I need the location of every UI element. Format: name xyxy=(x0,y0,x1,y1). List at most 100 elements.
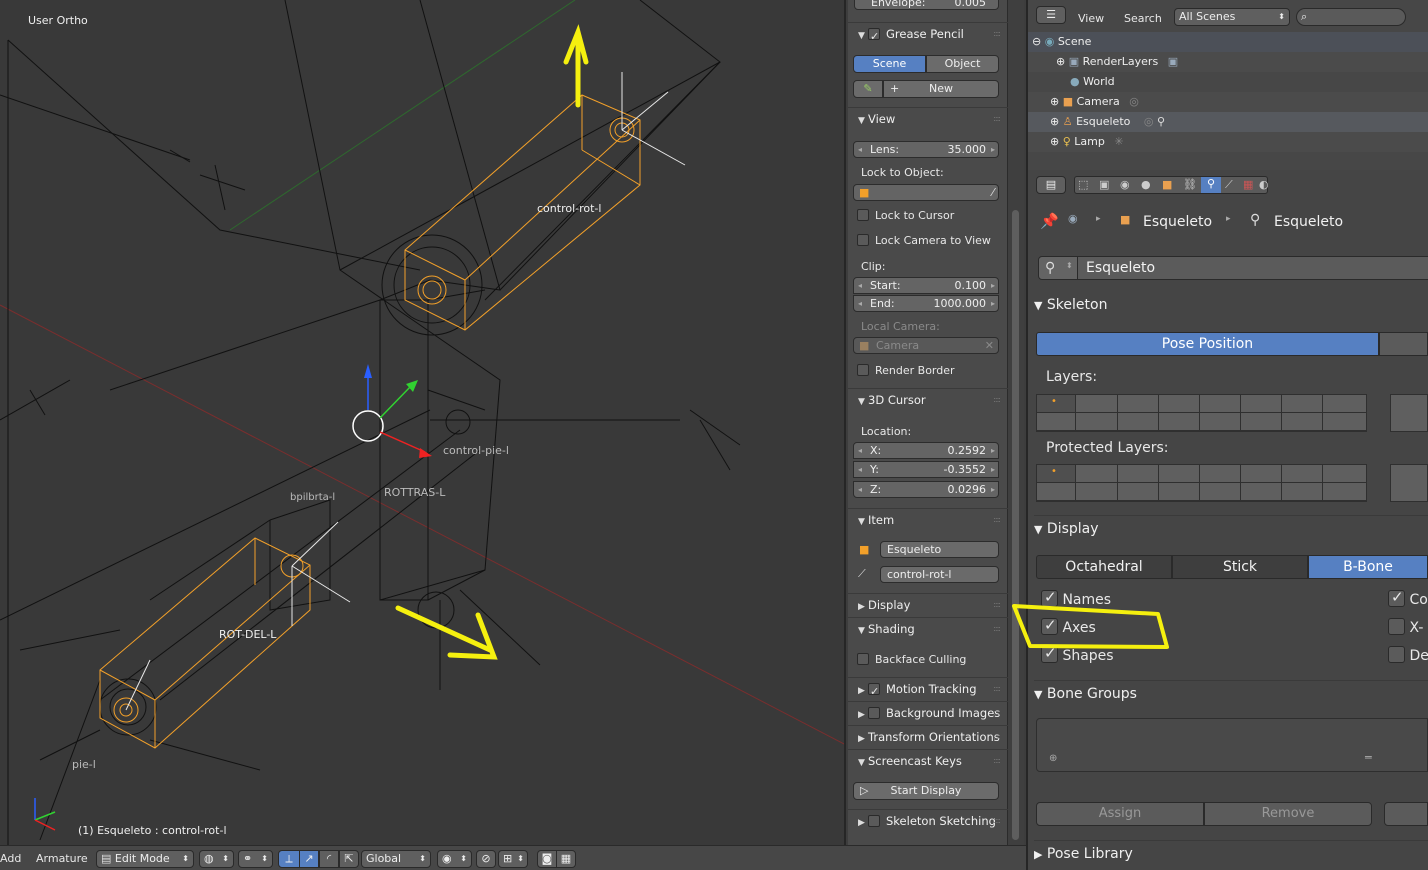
texture-tab-icon[interactable]: ▦ xyxy=(1243,178,1253,191)
eyedropper-icon[interactable]: ⁄ xyxy=(992,185,994,200)
expand-icon[interactable]: ⊕ xyxy=(1050,115,1059,128)
expand-icon[interactable]: ⊕ xyxy=(1050,135,1059,148)
new-grease-pencil-button[interactable]: + New xyxy=(883,80,999,98)
resize-handle-icon[interactable]: ═ xyxy=(1365,751,1372,764)
colors-checkbox[interactable]: Co xyxy=(1388,588,1428,608)
menu-view[interactable]: View xyxy=(1078,12,1104,25)
pin-icon[interactable]: 📌 xyxy=(1040,212,1059,230)
pivot-point-dropdown[interactable]: ⚭ ⬍ xyxy=(238,850,273,868)
constraints-tab-icon[interactable]: ⛓ xyxy=(1183,178,1197,191)
octahedral-button[interactable]: Octahedral xyxy=(1036,555,1172,579)
snap-element-dropdown[interactable]: ⊞ ⬍ xyxy=(498,850,528,868)
object-tab-icon[interactable]: ■ xyxy=(1162,178,1172,191)
motion-tracking-header[interactable]: ▶Motion Tracking:::: xyxy=(848,677,1008,703)
layers-grid-right[interactable] xyxy=(1390,394,1428,432)
lock-to-cursor-checkbox[interactable]: Lock to Cursor xyxy=(857,209,954,222)
resize-plus-icon[interactable]: ⊕ xyxy=(1049,753,1057,764)
background-images-checkbox[interactable] xyxy=(868,707,880,719)
gizmo-y-axis[interactable] xyxy=(379,384,413,419)
editor-type-button[interactable]: ▤ xyxy=(1036,176,1066,194)
local-camera-field[interactable]: ■ Camera ✕ xyxy=(853,337,999,354)
outliner-search-input[interactable]: ⌕ xyxy=(1296,8,1406,26)
pose-library-panel-header[interactable]: ▶ Pose Library xyxy=(1034,840,1428,866)
pose-position-button[interactable]: Pose Position xyxy=(1036,332,1379,356)
cursor-x-field[interactable]: ◂ X: 0.2592 ▸ xyxy=(853,442,999,459)
bone-tab-icon[interactable]: ⟋ xyxy=(1225,178,1233,192)
lens-field[interactable]: ◂ Lens: 35.000 ▸ xyxy=(853,141,999,158)
scenes-dropdown[interactable]: All Scenes ⬍ xyxy=(1174,8,1290,26)
mode-dropdown[interactable]: ▤ Edit Mode ⬍ xyxy=(96,850,194,868)
menu-add[interactable]: Add xyxy=(0,852,21,865)
proportional-edit-dropdown[interactable]: ◉ ⬍ xyxy=(437,850,472,868)
manipulator-toggle[interactable]: ⟂ xyxy=(278,850,300,868)
skeleton-sketching-checkbox[interactable] xyxy=(868,815,880,827)
bone-groups-list[interactable]: ⊕ ═ xyxy=(1036,718,1428,772)
cursor-z-field[interactable]: ◂ Z: 0.0296 ▸ xyxy=(853,481,999,498)
render-animation-button[interactable]: ▦ xyxy=(556,850,576,868)
drag-grip-icon[interactable]: :::: xyxy=(993,509,1001,531)
render-layers-tab-icon[interactable]: ▣ xyxy=(1099,178,1109,191)
cursor-y-field[interactable]: ◂ Y: -0.3552 ▸ xyxy=(853,461,999,478)
skeleton-sketching-header[interactable]: ▶ Skeleton Sketching:::: xyxy=(848,809,1008,831)
item-panel-header[interactable]: ▼ Item:::: xyxy=(848,508,1008,530)
3d-view-header[interactable]: Add Armature ▤ Edit Mode ⬍ ◍ ⬍ ⚭ ⬍ ⟂ ↗ ◜ ⇱ … xyxy=(0,845,1026,870)
skeleton-panel-header[interactable]: ▼ Skeleton xyxy=(1034,292,1428,318)
menu-search[interactable]: Search xyxy=(1124,12,1162,25)
gizmo-z-arrow[interactable] xyxy=(364,364,372,378)
scrollbar-thumb[interactable] xyxy=(1012,210,1019,840)
outliner-row-camera[interactable]: ⊕ ■ Camera ◎ xyxy=(1028,92,1428,112)
grease-pencil-header[interactable]: ▼Grease Pencil :::: xyxy=(848,22,1008,48)
outliner-row-esqueleto[interactable]: ⊕ ♙ Esqueleto ◎ ⚲ xyxy=(1028,112,1428,132)
outliner-row-scene[interactable]: ⊖ ◉ Scene xyxy=(1028,32,1428,52)
3d-cursor-panel-header[interactable]: ▼ 3D Cursor:::: xyxy=(848,388,1008,410)
3d-viewport[interactable]: User Ortho control-rot-l control-pie-l R… xyxy=(0,0,846,845)
rest-position-button[interactable] xyxy=(1379,332,1428,356)
armature-browse-button[interactable]: ⚲ ⬍ xyxy=(1038,256,1078,280)
delay-refresh-checkbox[interactable]: De xyxy=(1388,646,1428,664)
x-ray-checkbox[interactable]: X- xyxy=(1388,618,1423,636)
drag-grip-icon[interactable]: :::: xyxy=(993,618,1001,640)
physics-tab-icon[interactable]: ◐ xyxy=(1259,178,1269,191)
shading-panel-header[interactable]: ▼ Shading:::: xyxy=(848,617,1008,639)
outliner-row-lamp[interactable]: ⊕ ♀ Lamp ✳ xyxy=(1028,132,1428,152)
scene-tab-icon[interactable]: ◉ xyxy=(1120,178,1130,191)
viewport-canvas[interactable] xyxy=(0,0,846,845)
collapse-icon[interactable]: ⊖ xyxy=(1032,35,1041,48)
drag-grip-icon[interactable]: :::: xyxy=(993,108,1001,130)
outliner[interactable]: ☰ View Search All Scenes ⬍ ⌕ ⊖ ◉ Scene ⊕ … xyxy=(1026,0,1428,170)
display-panel-header[interactable]: ▼ Display xyxy=(1034,515,1428,541)
bone-groups-panel-header[interactable]: ▼ Bone Groups xyxy=(1034,680,1428,706)
context-tabs[interactable]: ⬚ ▣ ◉ ● ■ ⛓ ⚲ ⟋ ▦ ◐ xyxy=(1074,176,1269,194)
transform-orientations-header[interactable]: ▶ Transform Orientations:::: xyxy=(848,725,1008,747)
viewport-shading-dropdown[interactable]: ◍ ⬍ xyxy=(199,850,234,868)
armature-name-field[interactable]: Esqueleto xyxy=(1078,256,1428,280)
3d-cursor[interactable] xyxy=(352,410,384,442)
editor-type-button[interactable]: ☰ xyxy=(1036,6,1066,24)
render-border-checkbox[interactable]: Render Border xyxy=(857,364,955,377)
object-name-field[interactable]: Esqueleto xyxy=(880,541,999,558)
tab-scene[interactable]: Scene xyxy=(853,55,926,73)
gizmo-x-axis[interactable] xyxy=(379,431,426,453)
protected-layers-grid-right[interactable] xyxy=(1390,464,1428,502)
lock-object-field[interactable]: ■ ⁄ xyxy=(853,184,999,201)
render-opengl-button[interactable]: ◙ xyxy=(537,850,557,868)
shelf-scrollbar[interactable] xyxy=(1008,0,1024,845)
grease-pencil-checkbox[interactable] xyxy=(868,26,880,48)
background-images-header[interactable]: ▶ Background Images:::: xyxy=(848,701,1008,723)
bone-name-field[interactable]: control-rot-l xyxy=(880,566,999,583)
clear-icon[interactable]: ✕ xyxy=(985,338,994,353)
bbone-button[interactable]: B-Bone xyxy=(1308,555,1428,579)
outliner-row-world[interactable]: ● World xyxy=(1028,72,1428,92)
rotate-manipulator[interactable]: ◜ xyxy=(319,850,339,868)
drag-grip-icon[interactable]: :::: xyxy=(993,594,1001,616)
expand-icon[interactable]: ⊕ xyxy=(1050,95,1059,108)
layers-grid[interactable]: • xyxy=(1036,394,1367,432)
drag-grip-icon[interactable]: :::: xyxy=(993,389,1001,411)
clip-end-field[interactable]: ◂ End: 1000.000 ▸ xyxy=(853,295,999,312)
armature-data-tab-icon[interactable]: ⚲ xyxy=(1201,177,1221,193)
drag-grip-icon[interactable]: :::: xyxy=(993,23,1001,45)
backface-culling-checkbox[interactable]: Backface Culling xyxy=(857,653,966,666)
envelope-field[interactable]: Envelope: 0.005 xyxy=(854,0,999,10)
world-tab-icon[interactable]: ● xyxy=(1141,178,1151,191)
tab-object[interactable]: Object xyxy=(926,55,999,73)
